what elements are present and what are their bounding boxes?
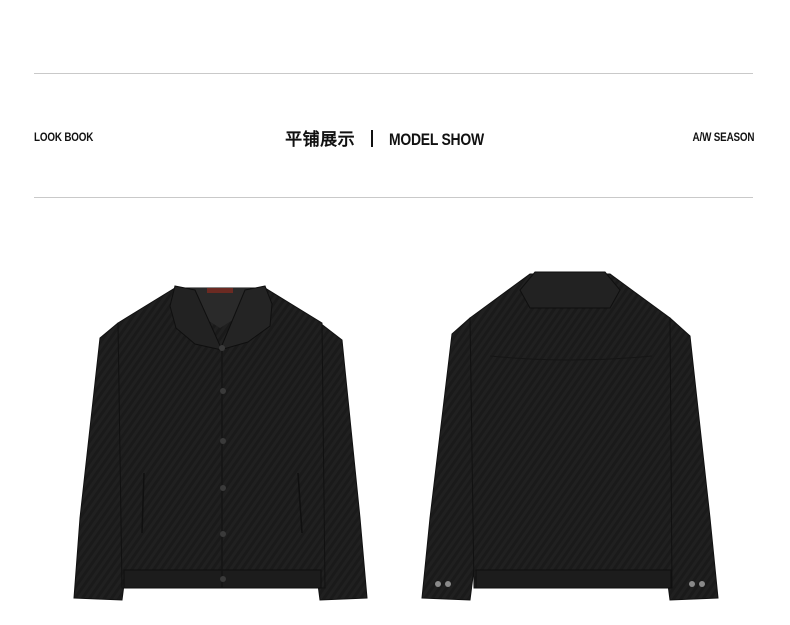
season-label: A/W SEASON <box>692 130 754 144</box>
jacket-front-image <box>70 268 370 603</box>
title-chinese: 平铺展示 <box>285 130 356 150</box>
title-separator <box>371 130 374 147</box>
jacket-back-image <box>420 268 720 603</box>
section-header: LOOK BOOK 平铺展示 MODEL SHOW A/W SEASON <box>0 124 790 152</box>
title-english: MODEL SHOW <box>389 130 485 149</box>
bottom-divider <box>34 197 753 198</box>
top-divider <box>34 73 753 74</box>
section-title: 平铺展示 MODEL SHOW <box>0 125 790 150</box>
